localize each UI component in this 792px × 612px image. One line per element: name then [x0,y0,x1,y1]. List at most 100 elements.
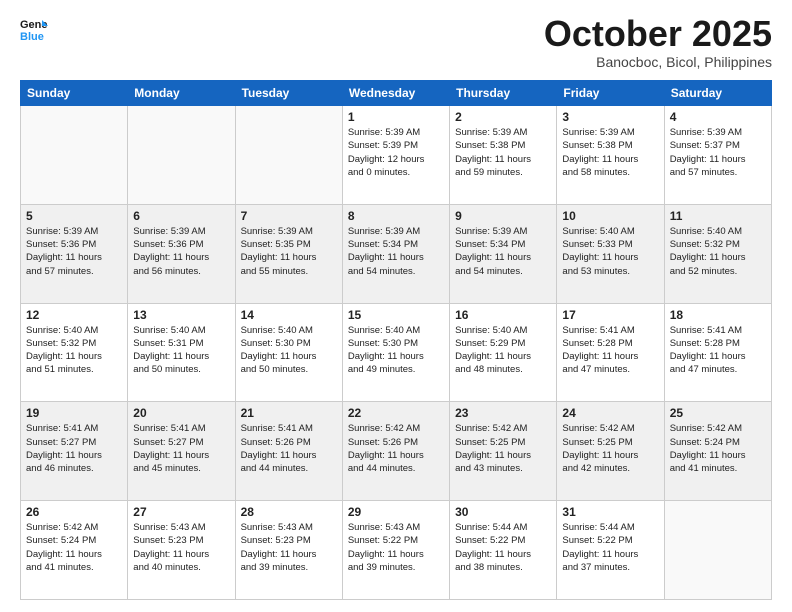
day-info: Sunrise: 5:41 AMSunset: 5:26 PMDaylight:… [241,422,337,475]
day-info: Sunrise: 5:43 AMSunset: 5:22 PMDaylight:… [348,521,444,574]
day-info: Sunrise: 5:39 AMSunset: 5:39 PMDaylight:… [348,126,444,179]
day-info: Sunrise: 5:40 AMSunset: 5:33 PMDaylight:… [562,225,658,278]
day-number: 11 [670,209,766,223]
calendar-week-row: 26Sunrise: 5:42 AMSunset: 5:24 PMDayligh… [21,501,772,600]
calendar-table: Sunday Monday Tuesday Wednesday Thursday… [20,80,772,600]
month-title: October 2025 [544,16,772,52]
header-tuesday: Tuesday [235,81,342,106]
day-info: Sunrise: 5:40 AMSunset: 5:30 PMDaylight:… [348,324,444,377]
calendar-week-row: 5Sunrise: 5:39 AMSunset: 5:36 PMDaylight… [21,204,772,303]
location-subtitle: Banocboc, Bicol, Philippines [544,54,772,70]
day-number: 25 [670,406,766,420]
day-number: 14 [241,308,337,322]
day-info: Sunrise: 5:41 AMSunset: 5:28 PMDaylight:… [670,324,766,377]
day-info: Sunrise: 5:43 AMSunset: 5:23 PMDaylight:… [133,521,229,574]
logo: General Blue [20,16,48,44]
day-info: Sunrise: 5:39 AMSunset: 5:37 PMDaylight:… [670,126,766,179]
svg-text:Blue: Blue [20,31,44,43]
day-info: Sunrise: 5:39 AMSunset: 5:34 PMDaylight:… [348,225,444,278]
table-row: 30Sunrise: 5:44 AMSunset: 5:22 PMDayligh… [450,501,557,600]
table-row: 24Sunrise: 5:42 AMSunset: 5:25 PMDayligh… [557,402,664,501]
day-number: 27 [133,505,229,519]
day-number: 28 [241,505,337,519]
table-row: 8 Sunrise: 5:39 AMSunset: 5:34 PMDaylight… [342,204,449,303]
table-row: 21 Sunrise: 5:41 AMSunset: 5:26 PMDayligh… [235,402,342,501]
day-number: 18 [670,308,766,322]
day-number: 7 [241,209,337,223]
calendar-week-row: 19 Sunrise: 5:41 AMSunset: 5:27 PMDayligh… [21,402,772,501]
header-monday: Monday [128,81,235,106]
table-row: 14 Sunrise: 5:40 AMSunset: 5:30 PMDayligh… [235,303,342,402]
day-number: 17 [562,308,658,322]
table-row [235,106,342,205]
table-row: 22 Sunrise: 5:42 AMSunset: 5:26 PMDayligh… [342,402,449,501]
day-info: Sunrise: 5:42 AMSunset: 5:24 PMDaylight:… [670,422,766,475]
table-row: 19 Sunrise: 5:41 AMSunset: 5:27 PMDayligh… [21,402,128,501]
table-row: 15 Sunrise: 5:40 AMSunset: 5:30 PMDayligh… [342,303,449,402]
day-info: Sunrise: 5:40 AMSunset: 5:32 PMDaylight:… [26,324,122,377]
table-row: 25 Sunrise: 5:42 AMSunset: 5:24 PMDayligh… [664,402,771,501]
day-number: 3 [562,110,658,124]
calendar-week-row: 12 Sunrise: 5:40 AMSunset: 5:32 PMDayligh… [21,303,772,402]
table-row: 17 Sunrise: 5:41 AMSunset: 5:28 PMDayligh… [557,303,664,402]
table-row: 23 Sunrise: 5:42 AMSunset: 5:25 PMDayligh… [450,402,557,501]
day-number: 22 [348,406,444,420]
table-row: 20Sunrise: 5:41 AMSunset: 5:27 PMDayligh… [128,402,235,501]
title-block: October 2025 Banocboc, Bicol, Philippine… [544,16,772,70]
day-number: 9 [455,209,551,223]
table-row [128,106,235,205]
day-number: 23 [455,406,551,420]
table-row: 31Sunrise: 5:44 AMSunset: 5:22 PMDayligh… [557,501,664,600]
header-thursday: Thursday [450,81,557,106]
header-friday: Friday [557,81,664,106]
table-row: 27 Sunrise: 5:43 AMSunset: 5:23 PMDayligh… [128,501,235,600]
day-info: Sunrise: 5:42 AMSunset: 5:26 PMDaylight:… [348,422,444,475]
day-info: Sunrise: 5:44 AMSunset: 5:22 PMDaylight:… [562,521,658,574]
day-number: 10 [562,209,658,223]
table-row: 5Sunrise: 5:39 AMSunset: 5:36 PMDaylight… [21,204,128,303]
calendar-header-row: Sunday Monday Tuesday Wednesday Thursday… [21,81,772,106]
day-number: 21 [241,406,337,420]
day-number: 15 [348,308,444,322]
table-row [21,106,128,205]
day-info: Sunrise: 5:41 AMSunset: 5:27 PMDaylight:… [26,422,122,475]
day-number: 16 [455,308,551,322]
day-number: 2 [455,110,551,124]
day-info: Sunrise: 5:43 AMSunset: 5:23 PMDaylight:… [241,521,337,574]
table-row: 7 Sunrise: 5:39 AMSunset: 5:35 PMDaylight… [235,204,342,303]
header: General Blue October 2025 Banocboc, Bico… [20,16,772,70]
table-row: 16 Sunrise: 5:40 AMSunset: 5:29 PMDayligh… [450,303,557,402]
day-info: Sunrise: 5:41 AMSunset: 5:27 PMDaylight:… [133,422,229,475]
table-row: 1 Sunrise: 5:39 AMSunset: 5:39 PMDaylight… [342,106,449,205]
table-row: 11 Sunrise: 5:40 AMSunset: 5:32 PMDayligh… [664,204,771,303]
table-row: 29Sunrise: 5:43 AMSunset: 5:22 PMDayligh… [342,501,449,600]
day-info: Sunrise: 5:40 AMSunset: 5:30 PMDaylight:… [241,324,337,377]
header-saturday: Saturday [664,81,771,106]
day-number: 30 [455,505,551,519]
day-number: 13 [133,308,229,322]
day-number: 12 [26,308,122,322]
day-info: Sunrise: 5:42 AMSunset: 5:24 PMDaylight:… [26,521,122,574]
table-row: 28 Sunrise: 5:43 AMSunset: 5:23 PMDayligh… [235,501,342,600]
table-row: 9Sunrise: 5:39 AMSunset: 5:34 PMDaylight… [450,204,557,303]
day-number: 1 [348,110,444,124]
day-info: Sunrise: 5:42 AMSunset: 5:25 PMDaylight:… [562,422,658,475]
table-row: 18 Sunrise: 5:41 AMSunset: 5:28 PMDayligh… [664,303,771,402]
day-info: Sunrise: 5:42 AMSunset: 5:25 PMDaylight:… [455,422,551,475]
day-info: Sunrise: 5:40 AMSunset: 5:31 PMDaylight:… [133,324,229,377]
day-info: Sunrise: 5:40 AMSunset: 5:32 PMDaylight:… [670,225,766,278]
header-wednesday: Wednesday [342,81,449,106]
table-row: 2Sunrise: 5:39 AMSunset: 5:38 PMDaylight… [450,106,557,205]
day-number: 4 [670,110,766,124]
day-info: Sunrise: 5:39 AMSunset: 5:35 PMDaylight:… [241,225,337,278]
table-row: 4 Sunrise: 5:39 AMSunset: 5:37 PMDaylight… [664,106,771,205]
table-row: 26Sunrise: 5:42 AMSunset: 5:24 PMDayligh… [21,501,128,600]
table-row: 13 Sunrise: 5:40 AMSunset: 5:31 PMDayligh… [128,303,235,402]
page: General Blue October 2025 Banocboc, Bico… [0,0,792,612]
day-info: Sunrise: 5:40 AMSunset: 5:29 PMDaylight:… [455,324,551,377]
day-number: 8 [348,209,444,223]
day-info: Sunrise: 5:39 AMSunset: 5:36 PMDaylight:… [26,225,122,278]
day-info: Sunrise: 5:41 AMSunset: 5:28 PMDaylight:… [562,324,658,377]
header-sunday: Sunday [21,81,128,106]
day-number: 19 [26,406,122,420]
